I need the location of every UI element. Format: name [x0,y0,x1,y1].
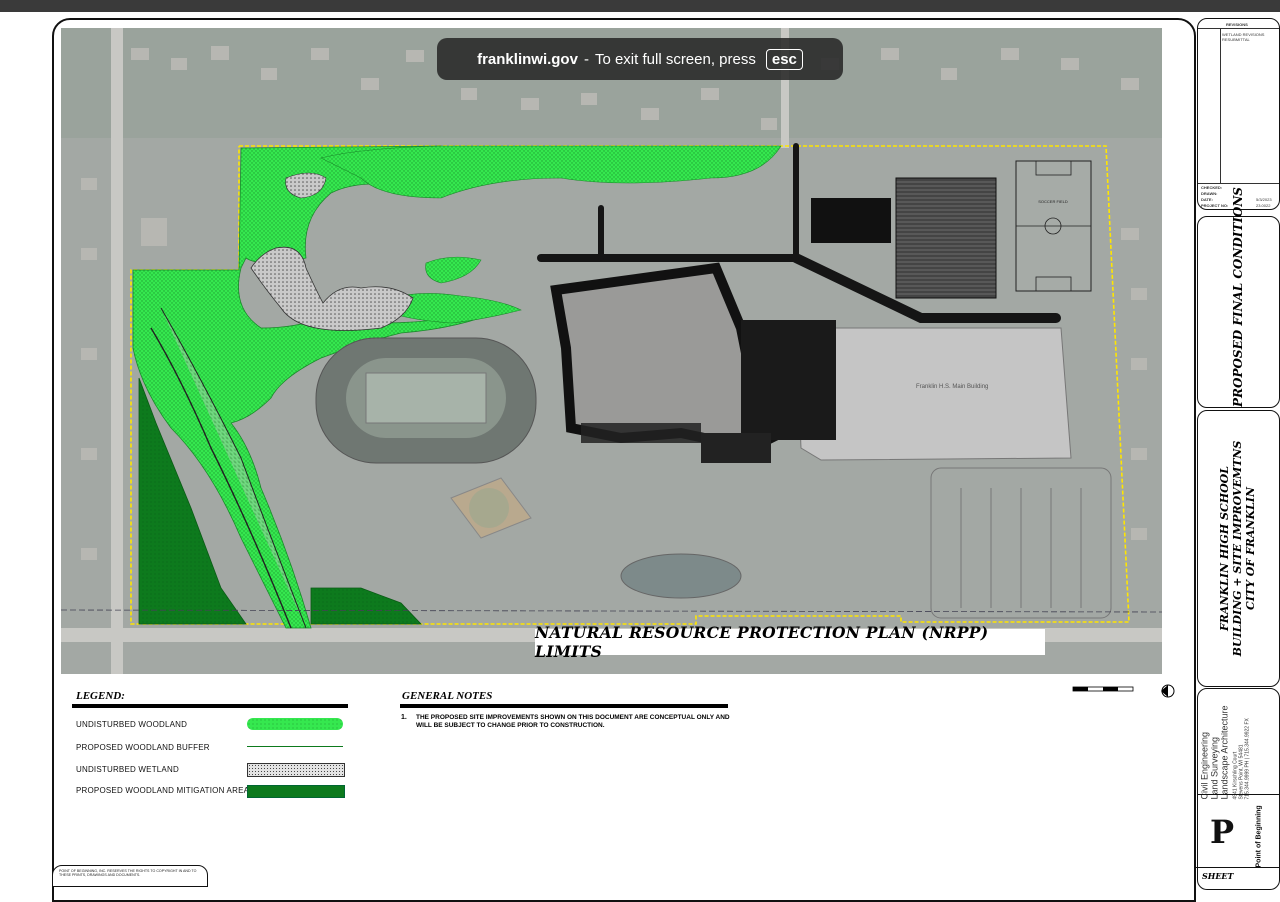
site-plan-map: SOCCER FIELD Franklin H.S. Main Building [61,28,1162,674]
general-notes-rule [400,704,728,708]
banner-domain: franklinwi.gov [477,50,578,68]
note-number: 1. [401,714,407,721]
sheet-title: PROPOSED FINAL CONDITIONS [1231,187,1245,407]
firm-info-box: Civil Engineering Land Surveying Landsca… [1196,688,1280,890]
title-block: REVISIONS WETLAND REVISIONS RESUBMITTAL … [1195,18,1280,890]
legend-swatch-mitigation [247,785,345,798]
legend-swatch-buffer [247,746,343,747]
project-title: FRANKLIN HIGH SCHOOL BUILDING + SITE IMP… [1218,411,1257,686]
legend-title: LEGEND: [76,690,125,702]
firm-service-1: Civil Engineering [1199,731,1210,800]
note-text: THE PROPOSED SITE IMPROVEMENTS SHOWN ON … [416,714,730,729]
scale-bar-and-north-arrow [1072,684,1175,698]
north-parking-lot [895,177,997,299]
project-title-line1: FRANKLIN HIGH SCHOOL [1218,466,1231,632]
project-label: PROJECT NO: [1201,203,1229,208]
nrpp-limits-label: NATURAL RESOURCE PROTECTION PLAN (NRPP) … [535,623,1045,661]
revision-2: RESUBMITTAL [1222,37,1250,42]
soccer-field: SOCCER FIELD [1015,160,1092,292]
date-value: 5/3/2023 [1256,197,1272,202]
stadium [315,337,537,464]
drawn-label: DRAWN: [1201,191,1218,196]
disclaimer-text: POINT OF BEGINNING, INC. RESERVES THE RI… [59,869,197,877]
general-notes-title: GENERAL NOTES [402,690,493,702]
firm-logo: P [1209,813,1235,851]
legend-swatch-woodland [247,718,343,730]
project-title-line2: BUILDING + SITE IMPROVEMTNS [1231,440,1244,657]
legend-label-woodland: UNDISTURBED WOODLAND [76,720,188,729]
date-label: DATE: [1201,197,1213,202]
project-title-line3: CITY OF FRANKLIN [1244,486,1257,611]
legend-label-wetland: UNDISTURBED WETLAND [76,765,179,774]
project-title-box: FRANKLIN HIGH SCHOOL BUILDING + SITE IMP… [1197,410,1280,687]
legend-swatch-wetland [247,763,345,777]
legend-rule [72,704,348,708]
banner-separator: - [583,50,589,68]
building-label: Franklin H.S. Main Building [916,384,988,390]
firm-address-3: 715.344.9999 PH | 715.344.9922 FX [1244,718,1251,800]
firm-name: Point of Beginning [1255,805,1263,868]
sheet-label: SHEET [1202,871,1234,881]
copyright-disclaimer: POINT OF BEGINNING, INC. RESERVES THE RI… [52,865,208,887]
legend-label-mitigation: PROPOSED WOODLAND MITIGATION AREA [76,786,250,795]
firm-services: Civil Engineering Land Surveying Landsca… [1199,690,1251,800]
site-plan-graphic: SOCCER FIELD Franklin H.S. Main Building [61,28,1162,674]
esc-key-badge: esc [765,48,803,70]
revisions-box: REVISIONS WETLAND REVISIONS RESUBMITTAL … [1197,18,1280,210]
project-value: 23.0022 [1256,203,1271,208]
checked-label: CHECKED: [1201,185,1223,190]
legend-label-buffer: PROPOSED WOODLAND BUFFER [76,743,210,752]
firm-service-3: Landscape Architecture [1219,705,1230,800]
existing-main-building [795,327,1072,461]
soccer-field-label: SOCCER FIELD [1038,199,1068,204]
revisions-header: REVISIONS [1226,22,1248,27]
sheet-title-box: PROPOSED FINAL CONDITIONS [1197,187,1280,408]
browser-top-strip [0,0,1280,12]
stormwater-pond [620,553,742,599]
banner-message: To exit full screen, press [594,50,756,68]
west-road [111,28,123,674]
fullscreen-notice-banner: franklinwi.gov - To exit full screen, pr… [437,38,843,80]
firm-service-2: Land Surveying [1209,736,1220,800]
